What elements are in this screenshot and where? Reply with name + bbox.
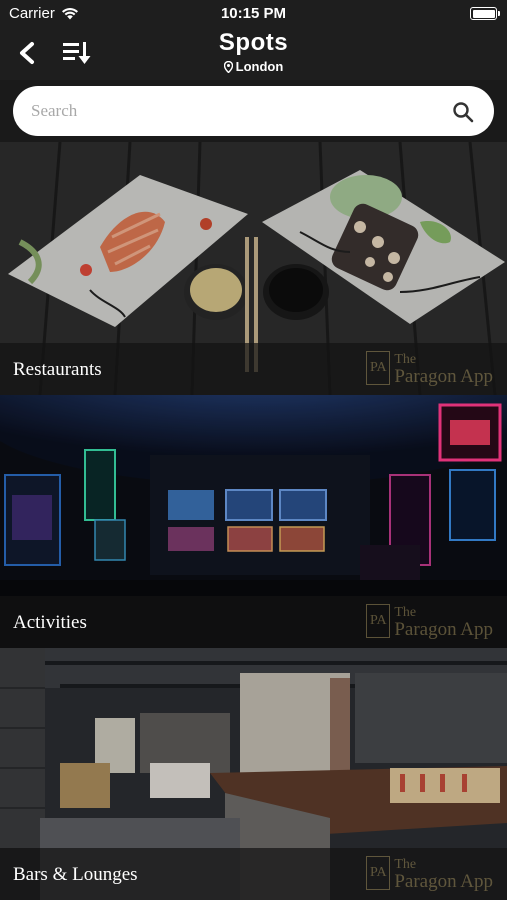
paragon-logo-icon: PA [366, 604, 391, 638]
watermark-text: The Paragon App [394, 352, 493, 387]
category-card-bars-lounges[interactable]: Bars & Lounges PA The Paragon App [0, 648, 507, 900]
watermark-text: The Paragon App [394, 857, 493, 892]
watermark: PA The Paragon App [366, 351, 493, 387]
paragon-logo-icon: PA [366, 351, 391, 385]
battery-icon [470, 7, 500, 20]
search-area [0, 80, 507, 142]
watermark: PA The Paragon App [366, 604, 493, 640]
location-label[interactable]: London [0, 59, 507, 74]
page-title: Spots [218, 29, 289, 56]
watermark: PA The Paragon App [366, 856, 493, 892]
category-card-activities[interactable]: Activities PA The Paragon App [0, 395, 507, 648]
status-time: 10:15 PM [220, 5, 287, 22]
location-text: London [235, 59, 284, 74]
status-bar: Carrier 10:15 PM [0, 0, 507, 28]
category-label: Bars & Lounges [13, 864, 138, 885]
paragon-logo-icon: PA [366, 856, 391, 890]
category-label: Activities [13, 612, 87, 633]
watermark-text: The Paragon App [394, 605, 493, 640]
search-icon[interactable] [452, 101, 474, 123]
category-card-restaurants[interactable]: Restaurants PA The Paragon App [0, 142, 507, 395]
search-bar [13, 86, 494, 136]
nav-bar: Spots London [0, 28, 507, 80]
search-input[interactable] [31, 86, 431, 136]
category-label: Restaurants [13, 359, 102, 380]
location-pin-icon [223, 60, 233, 73]
